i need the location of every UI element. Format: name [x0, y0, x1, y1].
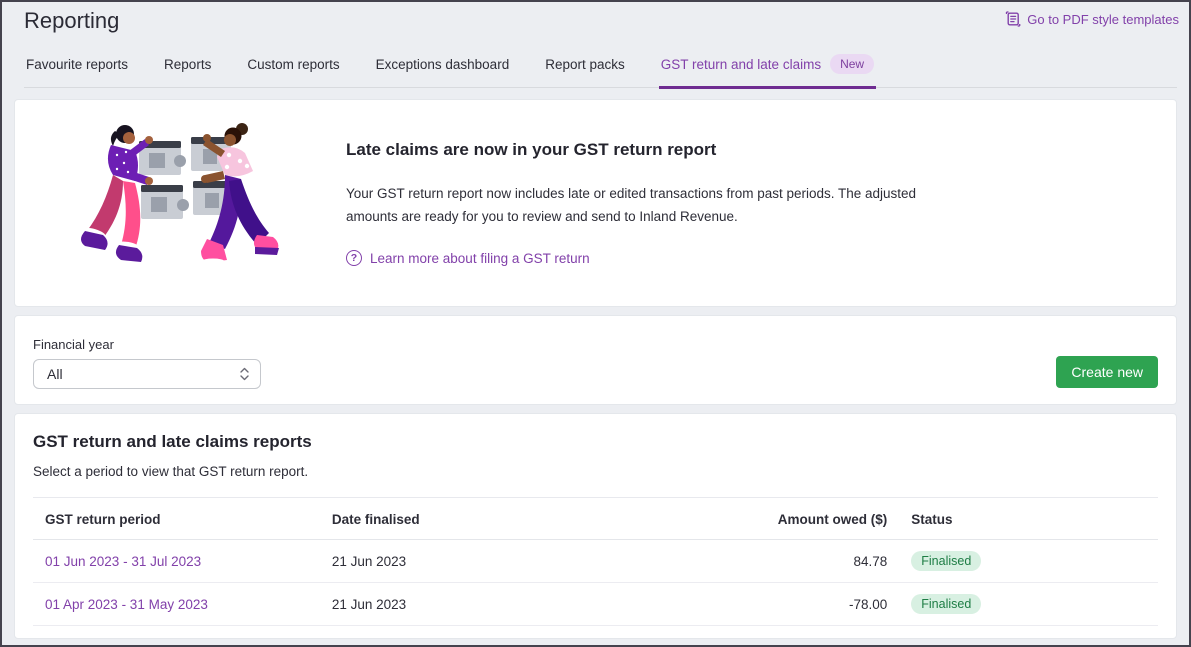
reports-subheading: Select a period to view that GST return … — [33, 464, 1158, 479]
amount-owed-cell: -78.00 — [747, 583, 899, 626]
late-claims-banner: Late claims are now in your GST return r… — [14, 99, 1177, 307]
column-header-period: GST return period — [33, 498, 320, 540]
financial-year-label: Financial year — [33, 337, 261, 352]
help-circle-icon: ? — [346, 250, 362, 266]
financial-year-filter: Financial year All — [33, 337, 261, 389]
banner-body: Your GST return report now includes late… — [346, 182, 940, 228]
tab-exceptions-dashboard[interactable]: Exceptions dashboard — [374, 48, 512, 87]
pdf-link-label: Go to PDF style templates — [1027, 12, 1179, 27]
financial-year-select[interactable]: All — [33, 359, 261, 389]
tab-custom-reports[interactable]: Custom reports — [245, 48, 341, 87]
page-title: Reporting — [24, 6, 119, 36]
banner-heading: Late claims are now in your GST return r… — [346, 140, 940, 160]
top-bar: Reporting Go to PDF style templates — [2, 2, 1189, 36]
date-finalised-cell: 21 Jun 2023 — [320, 583, 748, 626]
period-link[interactable]: 01 Apr 2023 - 31 May 2023 — [45, 597, 208, 612]
table-header-row: GST return period Date finalised Amount … — [33, 498, 1158, 540]
reports-heading: GST return and late claims reports — [33, 432, 1158, 452]
tab-gst-return-and-late-claims[interactable]: GST return and late claims New — [659, 48, 876, 87]
column-header-status: Status — [899, 498, 1158, 540]
puzzle-people-illustration — [79, 121, 284, 286]
tab-reports[interactable]: Reports — [162, 48, 213, 87]
learn-more-link[interactable]: ? Learn more about filing a GST return — [346, 250, 590, 266]
financial-year-selected-value: All — [47, 366, 63, 382]
new-badge: New — [830, 54, 874, 74]
amount-owed-cell: 84.78 — [747, 540, 899, 583]
table-row: 01 Apr 2023 - 31 May 2023 21 Jun 2023 -7… — [33, 583, 1158, 626]
status-badge: Finalised — [911, 551, 981, 571]
learn-more-label: Learn more about filing a GST return — [370, 251, 590, 266]
status-badge: Finalised — [911, 594, 981, 614]
banner-text: Late claims are now in your GST return r… — [346, 140, 940, 266]
column-header-amount-owed: Amount owed ($) — [747, 498, 899, 540]
reports-card: GST return and late claims reports Selec… — [14, 413, 1177, 639]
tab-report-packs[interactable]: Report packs — [543, 48, 627, 87]
date-finalised-cell: 21 Jun 2023 — [320, 540, 748, 583]
tab-favourite-reports[interactable]: Favourite reports — [24, 48, 130, 87]
pdf-style-templates-link[interactable]: Go to PDF style templates — [1005, 11, 1179, 27]
gst-returns-table: GST return period Date finalised Amount … — [33, 498, 1158, 626]
tab-bar: Favourite reports Reports Custom reports… — [24, 48, 1177, 88]
filter-bar: Financial year All Create new — [14, 315, 1177, 405]
column-header-date-finalised: Date finalised — [320, 498, 748, 540]
table-row: 01 Jun 2023 - 31 Jul 2023 21 Jun 2023 84… — [33, 540, 1158, 583]
create-new-button[interactable]: Create new — [1056, 356, 1158, 388]
period-link[interactable]: 01 Jun 2023 - 31 Jul 2023 — [45, 554, 201, 569]
select-chevrons-icon — [239, 366, 250, 382]
pdf-document-icon — [1005, 11, 1021, 27]
